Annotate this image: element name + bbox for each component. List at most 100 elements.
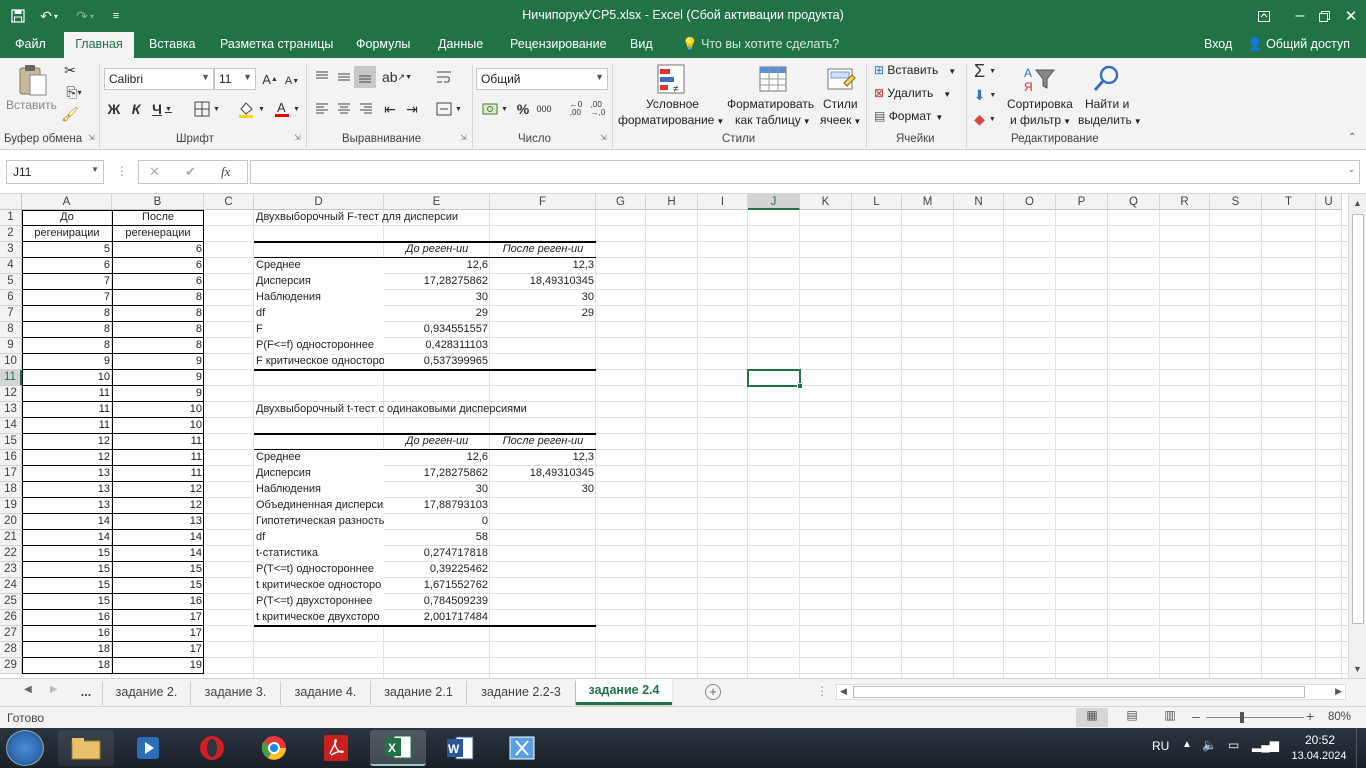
column-header-e[interactable]: E (384, 194, 490, 210)
worksheet-grid[interactable]: ABCDEFGHIJKLMNOPQRSTU 1 2 3 4 5 6 7 8 9 10 11 12 13 1… (0, 194, 1348, 678)
ttest-value[interactable]: 0,784509239 (384, 594, 490, 610)
cell-after[interactable]: 13 (112, 514, 204, 530)
clock-date[interactable]: 13.04.2024 (1284, 750, 1354, 762)
ftest-value[interactable]: 0,537399965 (384, 354, 490, 370)
find-select-icon[interactable] (1090, 62, 1124, 96)
row-header-17[interactable]: 17 (0, 466, 22, 482)
comma-style-icon[interactable]: 000 (534, 98, 554, 120)
language-indicator[interactable]: RU (1152, 739, 1169, 753)
cell-after[interactable]: 17 (112, 626, 204, 642)
header-after[interactable]: После (112, 210, 204, 226)
align-top-icon[interactable] (312, 66, 332, 88)
select-all-corner[interactable] (0, 194, 22, 210)
cell-before[interactable]: 16 (22, 626, 112, 642)
ttest-value[interactable]: 58 (384, 530, 490, 546)
wrap-text-icon[interactable] (434, 66, 454, 88)
insert-function-icon[interactable]: fx (221, 164, 230, 180)
copy-icon[interactable]: ⎘ ▾ (60, 82, 88, 102)
cell-before[interactable]: 18 (22, 642, 112, 658)
sheet-tab[interactable]: задание 2.1 (370, 681, 466, 705)
ftest-value[interactable]: 30 (490, 290, 596, 306)
enter-icon[interactable]: ✔ (185, 164, 196, 180)
cell-after[interactable]: 12 (112, 498, 204, 514)
row-header-22[interactable]: 22 (0, 546, 22, 562)
column-header-m[interactable]: M (902, 194, 954, 210)
decrease-indent-icon[interactable]: ⇤ (380, 98, 400, 120)
ttest-value[interactable]: 1,671552762 (384, 578, 490, 594)
row-header-13[interactable]: 13 (0, 402, 22, 418)
ftest-label[interactable]: Дисперсия (254, 274, 384, 290)
cell-after[interactable]: 9 (112, 354, 204, 370)
vertical-scroll-thumb[interactable] (1352, 214, 1364, 624)
ftest-label[interactable]: F критическое односторо (254, 354, 384, 370)
fill-color-icon[interactable]: ▼ (234, 98, 268, 120)
row-header-6[interactable]: 6 (0, 290, 22, 306)
ftest-label[interactable]: P(F<=f) одностороннее (254, 338, 384, 354)
row-header-20[interactable]: 20 (0, 514, 22, 530)
column-header-c[interactable]: C (204, 194, 254, 210)
ttest-value[interactable]: 18,49310345 (490, 466, 596, 482)
name-box[interactable]: J11 ▼ (6, 160, 104, 184)
ttest-value[interactable] (490, 498, 596, 514)
ttest-title[interactable]: Двухвыборочный t-тест с одинаковыми дисп… (254, 402, 594, 418)
conditional-formatting-button[interactable]: форматирование ▼ (618, 113, 724, 127)
cell-before[interactable]: 13 (22, 482, 112, 498)
borders-icon[interactable]: ▼ (190, 98, 224, 120)
delete-cells-button[interactable]: ⊠ Удалить ▼ (874, 86, 951, 100)
zoom-out-icon[interactable]: – (1192, 708, 1200, 724)
row-header-18[interactable]: 18 (0, 482, 22, 498)
column-header-f[interactable]: F (490, 194, 596, 210)
row-header-28[interactable]: 28 (0, 642, 22, 658)
ftest-label[interactable]: Среднее (254, 258, 384, 274)
power-icon[interactable]: ▭ (1228, 738, 1239, 752)
ttest-value[interactable] (490, 530, 596, 546)
tab-formulas[interactable]: Формулы (352, 32, 414, 58)
cell-after[interactable]: 6 (112, 274, 204, 290)
close-icon[interactable]: ✕ (1336, 0, 1366, 32)
increase-decimal-icon[interactable]: ←0,00 (566, 98, 586, 120)
row-header-9[interactable]: 9 (0, 338, 22, 354)
cell-before[interactable]: 18 (22, 658, 112, 674)
cell-styles-button[interactable]: ячеек ▼ (820, 113, 861, 127)
ftest-value[interactable]: 29 (490, 306, 596, 322)
ttest-value[interactable]: 30 (384, 482, 490, 498)
cell-before[interactable]: 11 (22, 418, 112, 434)
cell-before[interactable]: 15 (22, 578, 112, 594)
column-header-r[interactable]: R (1160, 194, 1210, 210)
next-sheet-icon[interactable]: ▶ (50, 684, 58, 695)
ttest-label[interactable]: Наблюдения (254, 482, 384, 498)
sort-filter-button[interactable]: и фильтр ▼ (1010, 113, 1071, 127)
row-header-29[interactable]: 29 (0, 658, 22, 674)
ttest-value[interactable] (490, 514, 596, 530)
start-button-icon[interactable] (6, 730, 44, 766)
column-header-u[interactable]: U (1316, 194, 1342, 210)
row-header-15[interactable]: 15 (0, 434, 22, 450)
column-header-g[interactable]: G (596, 194, 646, 210)
cell-before[interactable]: 14 (22, 530, 112, 546)
ftest-value[interactable]: 12,6 (384, 258, 490, 274)
ttest-label[interactable]: Среднее (254, 450, 384, 466)
horizontal-scroll-thumb[interactable] (853, 686, 1305, 698)
ttest-value[interactable]: 17,88793103 (384, 498, 490, 514)
row-header-3[interactable]: 3 (0, 242, 22, 258)
cell-after[interactable]: 12 (112, 482, 204, 498)
ftest-value[interactable]: 29 (384, 306, 490, 322)
speaker-icon[interactable]: 🔈 (1202, 738, 1217, 752)
cancel-icon[interactable]: ✕ (149, 164, 160, 180)
row-header-21[interactable]: 21 (0, 530, 22, 546)
scroll-left-icon[interactable]: ◀ (840, 686, 847, 697)
cell-before[interactable]: 5 (22, 242, 112, 258)
cell-after[interactable]: 9 (112, 370, 204, 386)
align-right-icon[interactable] (356, 98, 376, 120)
underline-icon[interactable]: Ч ▼ (148, 98, 176, 120)
row-header-4[interactable]: 4 (0, 258, 22, 274)
column-header-q[interactable]: Q (1108, 194, 1160, 210)
ftest-value[interactable] (490, 338, 596, 354)
column-header-p[interactable]: P (1056, 194, 1108, 210)
scroll-right-icon[interactable]: ▶ (1335, 686, 1342, 697)
row-header-5[interactable]: 5 (0, 274, 22, 290)
cell-after[interactable]: 8 (112, 290, 204, 306)
excel-icon[interactable]: X (370, 730, 426, 766)
zoom-in-icon[interactable]: + (1306, 708, 1314, 724)
prev-sheet-icon[interactable]: ◀ (24, 684, 32, 695)
